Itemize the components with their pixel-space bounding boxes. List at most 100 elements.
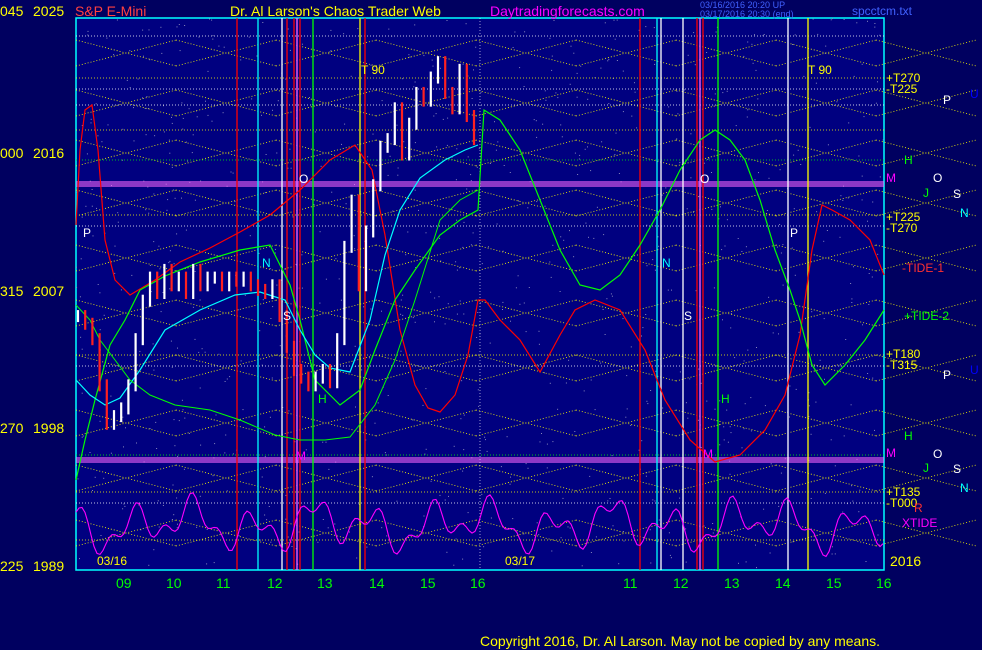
texture-dot [240,360,242,362]
texture-dot [552,441,554,443]
texture-dot [721,249,723,251]
texture-dot [471,98,473,99]
texture-dot [259,330,261,332]
texture-dot [453,445,455,447]
texture-dot [848,122,850,124]
texture-dot [87,30,89,32]
texture-dot [152,343,154,345]
texture-dot [176,527,178,529]
texture-dot [496,223,498,225]
texture-dot [626,408,628,410]
texture-dot [224,381,226,382]
texture-dot [754,34,755,36]
texture-dot [793,154,795,156]
texture-dot [670,557,672,559]
annotation-m: M [296,449,306,463]
texture-dot [836,101,838,103]
texture-dot [490,517,492,519]
label-s: S [953,187,962,201]
texture-dot [230,171,232,173]
texture-dot [447,117,449,119]
texture-dot [218,353,220,355]
texture-dot [200,444,202,446]
texture-dot [143,55,144,57]
texture-dot [173,419,175,421]
texture-dot [171,166,173,168]
texture-dot [92,235,94,237]
texture-dot [455,179,457,181]
texture-dot [708,130,710,132]
hour-label: 11 [623,575,638,591]
texture-dot [714,408,716,410]
texture-dot [431,226,433,228]
hour-label: 15 [826,575,842,591]
texture-dot [309,97,310,98]
texture-dot [447,303,449,305]
texture-dot [181,197,182,199]
texture-dot [847,197,849,199]
texture-dot [839,236,841,238]
texture-dot [738,562,739,564]
texture-dot [348,531,350,533]
texture-dot [506,436,508,438]
texture-dot [77,478,79,480]
chaos-chart [0,0,982,650]
hour-label: 14 [369,575,385,591]
texture-dot [726,219,728,221]
texture-dot [780,252,782,254]
texture-dot [196,526,198,528]
texture-dot [875,102,877,104]
texture-dot [859,489,861,491]
texture-dot [503,165,505,166]
texture-dot [665,187,667,189]
texture-dot [388,28,390,30]
texture-dot [626,375,628,377]
texture-dot [369,357,371,359]
label-minus-t225: -T225 [886,82,918,96]
texture-dot [752,62,754,64]
texture-dot [381,527,383,529]
annotation-n: N [662,256,671,270]
texture-dot [124,505,126,507]
texture-dot [272,306,274,308]
texture-dot [262,22,264,23]
texture-dot [747,41,749,43]
texture-dot [166,209,168,211]
texture-dot [830,19,832,21]
texture-dot [291,546,293,547]
hour-label: 15 [420,575,436,591]
texture-dot [867,20,868,22]
label-p: P [943,368,952,382]
texture-dot [178,24,180,25]
label-u: U [970,87,979,101]
texture-dot [641,335,642,337]
texture-dot [494,121,495,123]
texture-dot [264,426,266,428]
texture-dot [850,404,852,406]
texture-dot [169,288,171,290]
texture-dot [148,29,150,31]
texture-dot [549,37,551,39]
texture-dot [470,174,472,176]
texture-dot [206,563,208,565]
texture-dot [213,562,215,564]
texture-dot [722,92,724,94]
texture-dot [610,293,612,295]
texture-dot [99,329,101,331]
texture-dot [201,348,203,350]
label-p: P [943,93,952,107]
texture-dot [153,549,155,551]
texture-dot [131,274,133,276]
texture-dot [500,466,502,468]
texture-dot [877,534,879,536]
texture-dot [87,34,89,36]
site-link[interactable]: Daytradingforecasts.com [490,3,645,19]
texture-dot [331,191,333,193]
texture-dot [791,247,793,249]
texture-dot [199,387,201,389]
texture-dot [750,397,752,399]
texture-dot [430,291,432,293]
texture-dot [377,402,379,404]
texture-dot [176,497,178,499]
texture-dot [687,54,689,56]
